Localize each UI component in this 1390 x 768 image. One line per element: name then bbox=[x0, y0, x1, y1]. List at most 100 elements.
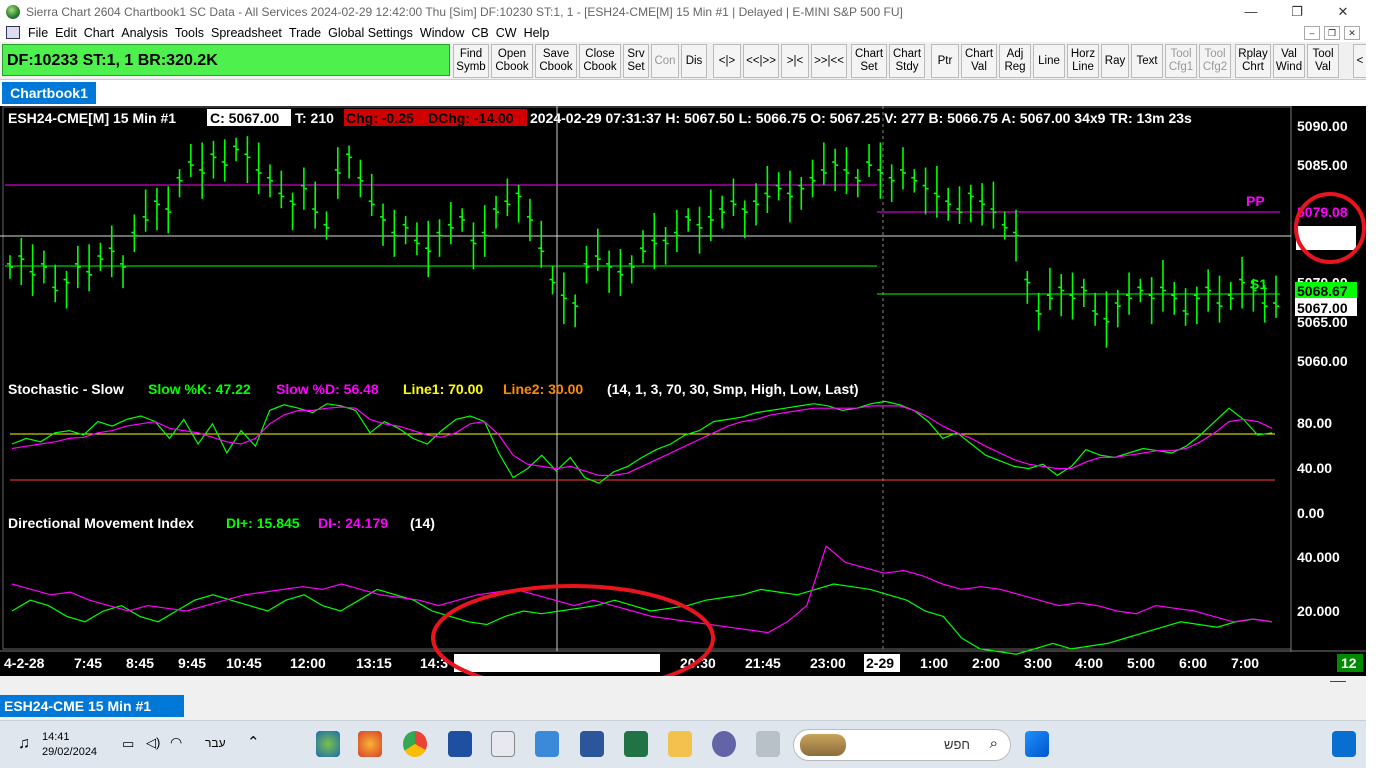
menu-spreadsheet[interactable]: Spreadsheet bbox=[211, 26, 289, 40]
search-placeholder: חפש bbox=[944, 737, 970, 752]
chart-tab-bar: ESH24-CME 15 Min #1 bbox=[0, 676, 1366, 720]
toolbar-button-tool-cfg1[interactable]: Tool Cfg1 bbox=[1165, 44, 1197, 78]
toolbar-button-chart-val[interactable]: Chart Val bbox=[961, 44, 997, 78]
sierra-chart-taskbar-icon[interactable] bbox=[316, 731, 340, 757]
snipping-tool-taskbar-icon[interactable] bbox=[491, 731, 515, 757]
stoch-d-value: Slow %D: 56.48 bbox=[276, 381, 379, 397]
taskbar-search[interactable]: חפש ⌕ bbox=[793, 729, 1011, 761]
teams-taskbar-icon[interactable] bbox=[712, 731, 736, 757]
time-tick-label: 2-29 bbox=[866, 655, 894, 671]
windows-taskbar: ♫ 14:41 29/02/2024 ▭ ◁) ◠ עבר ⌃ חפש ⌕ bbox=[0, 720, 1366, 768]
file-explorer-taskbar-icon[interactable] bbox=[668, 731, 692, 757]
notification-bell-icon[interactable]: ♫ bbox=[18, 735, 30, 753]
title-bar: Sierra Chart 2604 Chartbook1 SC Data - A… bbox=[0, 0, 1366, 23]
close-button[interactable]: ✕ bbox=[1320, 4, 1366, 20]
language-indicator[interactable]: עבר bbox=[205, 736, 226, 750]
toolbar-button-[interactable]: <|> bbox=[713, 44, 741, 78]
menu-global-settings[interactable]: Global Settings bbox=[328, 26, 420, 40]
tab-chart-esh24[interactable]: ESH24-CME 15 Min #1 bbox=[0, 695, 184, 717]
toolbar-button-ray[interactable]: Ray bbox=[1101, 44, 1129, 78]
menu-help[interactable]: Help bbox=[524, 26, 557, 40]
toolbar-button-val-wind[interactable]: Val Wind bbox=[1273, 44, 1305, 78]
toolbar-button-chart-stdy[interactable]: Chart Stdy bbox=[889, 44, 925, 78]
dchg-value: DChg: -14.00 bbox=[428, 110, 514, 126]
toolbar-button-open-cbook[interactable]: Open Cbook bbox=[491, 44, 533, 78]
chrome-alt-taskbar-icon[interactable] bbox=[358, 731, 382, 757]
task-view-taskbar-icon[interactable] bbox=[756, 731, 780, 757]
mdi-restore-button[interactable]: ❐ bbox=[1324, 25, 1340, 40]
header-details: 2024-02-29 07:31:37 H: 5067.50 L: 5066.7… bbox=[530, 110, 1192, 126]
toolbar-button-chart-set[interactable]: Chart Set bbox=[851, 44, 887, 78]
mdi-close-button[interactable]: ✕ bbox=[1344, 25, 1360, 40]
mdi-controls: – ❐ ✕ bbox=[1304, 25, 1366, 40]
toolbar-button-dis[interactable]: Dis bbox=[681, 44, 707, 78]
toolbar-button-close-cbook[interactable]: Close Cbook bbox=[579, 44, 621, 78]
menu-tools[interactable]: Tools bbox=[175, 26, 211, 40]
toolbar-button-[interactable]: < bbox=[1353, 44, 1367, 78]
time-tick-label: 9:45 bbox=[178, 655, 206, 671]
restore-button[interactable]: ❐ bbox=[1274, 4, 1320, 20]
stoch-tick-label: 80.00 bbox=[1297, 415, 1332, 431]
toolbar-button-line[interactable]: Line bbox=[1033, 44, 1065, 78]
price-tick-label: 5090.00 bbox=[1297, 118, 1348, 134]
di-minus-line bbox=[11, 545, 1273, 634]
menu-window[interactable]: Window bbox=[420, 26, 471, 40]
menu-file[interactable]: File bbox=[28, 26, 55, 40]
toolbar-button-srv-set[interactable]: Srv Set bbox=[623, 44, 649, 78]
time-tick-label: 4-2-28 bbox=[4, 655, 45, 671]
volume-icon[interactable]: ◁) bbox=[146, 735, 160, 751]
search-highlight-icon bbox=[800, 734, 846, 756]
notepad-taskbar-icon[interactable] bbox=[535, 731, 559, 757]
menu-analysis[interactable]: Analysis bbox=[121, 26, 175, 40]
time-tick-label: 12:00 bbox=[290, 655, 326, 671]
toolbar-button-[interactable]: <<|>> bbox=[743, 44, 779, 78]
menu-bar: File Edit Chart Analysis Tools Spreadshe… bbox=[0, 23, 1366, 42]
chart-window[interactable]: ESH24-CME[M] 15 Min #1 C: 5067.00 T: 210 Ch… bbox=[0, 106, 1366, 676]
mdi-minimize-button[interactable]: – bbox=[1304, 25, 1320, 40]
time-axis-highlight bbox=[454, 654, 660, 672]
toolbar-button-con[interactable]: Con bbox=[651, 44, 679, 78]
taskbar-clock[interactable]: 14:41 29/02/2024 bbox=[42, 730, 97, 760]
toolbar-button-ptr[interactable]: Ptr bbox=[931, 44, 959, 78]
document-icon[interactable] bbox=[6, 26, 20, 39]
price-tick-label: 5060.00 bbox=[1297, 353, 1348, 369]
stoch-k-value: Slow %K: 47.22 bbox=[148, 381, 251, 397]
menu-cw[interactable]: CW bbox=[496, 26, 524, 40]
data-status-box: DF:10233 ST:1, 1 BR:320.2K bbox=[2, 44, 450, 76]
toolbar-button-text[interactable]: Text bbox=[1131, 44, 1163, 78]
stoch-params: (14, 1, 3, 70, 30, Smp, High, Low, Last) bbox=[607, 381, 859, 397]
window-title: Sierra Chart 2604 Chartbook1 SC Data - A… bbox=[26, 4, 903, 19]
excel-taskbar-icon[interactable] bbox=[624, 731, 648, 757]
tab-chartbook1[interactable]: Chartbook1 bbox=[2, 82, 96, 104]
menu-chart[interactable]: Chart bbox=[84, 26, 122, 40]
last-price-label: 5067.00 bbox=[1297, 300, 1348, 316]
stoch-k-line bbox=[11, 400, 1273, 484]
menu-cb[interactable]: CB bbox=[471, 26, 495, 40]
menu-edit[interactable]: Edit bbox=[55, 26, 84, 40]
toolbar-button-adj-reg[interactable]: Adj Reg bbox=[999, 44, 1031, 78]
toolbar-button-tool-val[interactable]: Tool Val bbox=[1307, 44, 1339, 78]
toolbar-button-find-symb[interactable]: Find Symb bbox=[453, 44, 489, 78]
chrome-taskbar-icon[interactable] bbox=[403, 731, 427, 757]
copilot-taskbar-icon[interactable] bbox=[1332, 731, 1356, 757]
chart-canvas[interactable]: ESH24-CME[M] 15 Min #1 C: 5067.00 T: 210 Ch… bbox=[0, 106, 1366, 676]
stochastic-lines bbox=[11, 400, 1273, 484]
time-tick-label: 1:00 bbox=[920, 655, 948, 671]
toolbar-button-[interactable]: >>|<< bbox=[811, 44, 847, 78]
save-disk-taskbar-icon[interactable] bbox=[448, 731, 472, 757]
word-taskbar-icon[interactable] bbox=[580, 731, 604, 757]
toolbar-button-[interactable]: >|< bbox=[781, 44, 809, 78]
toolbar-button-tool-cfg2[interactable]: Tool Cfg2 bbox=[1199, 44, 1231, 78]
toolbar-button-horz-line[interactable]: Horz Line bbox=[1067, 44, 1099, 78]
toolbar-button-save-cbook[interactable]: Save Cbook bbox=[535, 44, 577, 78]
stoch-tick-label: 40.00 bbox=[1297, 460, 1332, 476]
minimize-button[interactable]: — bbox=[1228, 4, 1274, 19]
start-windows-icon[interactable] bbox=[1025, 731, 1049, 757]
wifi-icon[interactable]: ◠ bbox=[170, 734, 182, 751]
chevron-up-icon[interactable]: ⌃ bbox=[247, 733, 260, 751]
time-tick-label: 10:45 bbox=[226, 655, 262, 671]
toolbar-button-rplay-chrt[interactable]: Rplay Chrt bbox=[1235, 44, 1271, 78]
time-tick-label: 4:00 bbox=[1075, 655, 1103, 671]
battery-icon[interactable]: ▭ bbox=[122, 736, 134, 752]
menu-trade[interactable]: Trade bbox=[289, 26, 328, 40]
